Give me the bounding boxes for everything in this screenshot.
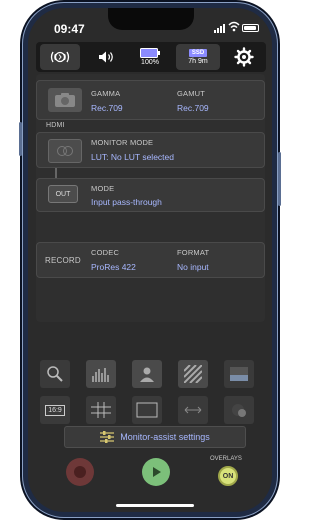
monitor-mode-value: LUT: No LUT selected: [91, 152, 174, 162]
codec-value: ProRes 422: [91, 262, 136, 272]
anamorphic-button[interactable]: [178, 396, 208, 424]
overlays-toggle[interactable]: ON: [218, 466, 238, 486]
play-icon: [153, 467, 161, 477]
overlays-on-label: ON: [222, 472, 234, 480]
zoom-button[interactable]: [40, 360, 70, 388]
lut-icon: [48, 139, 82, 163]
waveform-button[interactable]: [224, 360, 254, 388]
waveform-icon: [230, 367, 248, 381]
aspect-ratio-button[interactable]: 16:9: [40, 396, 70, 424]
focus-peaking-button[interactable]: [224, 396, 254, 424]
zebra-icon: [184, 365, 202, 383]
zoom-icon: [47, 366, 63, 382]
hdmi-label: HDMI: [46, 122, 65, 129]
record-label: RECORD: [45, 256, 81, 265]
frame-button[interactable]: [132, 396, 162, 424]
gamut-caption: GAMUT: [177, 89, 206, 98]
app-screen: 09:47 100% SSD 7h 9m GAMMA Rec.709 GAMUT…: [28, 8, 272, 512]
phone-frame: 09:47 100% SSD 7h 9m GAMMA Rec.709 GAMUT…: [19, 2, 281, 518]
overlays-label: OVERLAYS: [210, 456, 242, 462]
histogram-icon: [92, 368, 109, 382]
monitor-mode-caption: MONITOR MODE: [91, 138, 154, 147]
focus-peak-icon: [232, 404, 246, 417]
false-color-button[interactable]: [132, 360, 162, 388]
output-mode-card[interactable]: OUT MODE Input pass-through: [36, 178, 265, 212]
out-label: OUT: [55, 190, 71, 198]
frame-icon: [136, 402, 158, 418]
output-icon: OUT: [48, 185, 78, 203]
monitor-assist-button[interactable]: Monitor-assist settings: [64, 426, 246, 448]
mode-caption: MODE: [91, 184, 115, 193]
sliders-icon: [100, 431, 115, 443]
zebra-button[interactable]: [178, 360, 208, 388]
record-button[interactable]: [66, 458, 94, 486]
codec-caption: CODEC: [91, 248, 120, 257]
gamut-value: Rec.709: [177, 103, 209, 113]
signal-panel: GAMMA Rec.709 GAMUT Rec.709 HDMI MONITOR…: [28, 8, 272, 328]
record-icon: [74, 466, 86, 478]
monitor-mode-card[interactable]: MONITOR MODE LUT: No LUT selected: [36, 132, 265, 168]
grid-button[interactable]: [86, 396, 116, 424]
input-card[interactable]: GAMMA Rec.709 GAMUT Rec.709: [36, 80, 265, 120]
format-caption: FORMAT: [177, 248, 210, 257]
record-card[interactable]: RECORD CODEC ProRes 422 FORMAT No input: [36, 242, 265, 278]
mode-value: Input pass-through: [91, 197, 162, 207]
home-indicator[interactable]: [116, 504, 194, 507]
gamma-value: Rec.709: [91, 103, 123, 113]
arrows-icon: [184, 406, 202, 414]
gamma-caption: GAMMA: [91, 89, 121, 98]
frame-guide-icon: 16:9: [45, 404, 65, 416]
play-button[interactable]: [142, 458, 170, 486]
format-value: No input: [177, 262, 209, 272]
camera-icon: [48, 88, 82, 112]
grid-icon: [91, 402, 111, 418]
monitor-assist-label: Monitor-assist settings: [120, 432, 210, 442]
false-color-icon: [140, 367, 154, 382]
histogram-button[interactable]: [86, 360, 116, 388]
